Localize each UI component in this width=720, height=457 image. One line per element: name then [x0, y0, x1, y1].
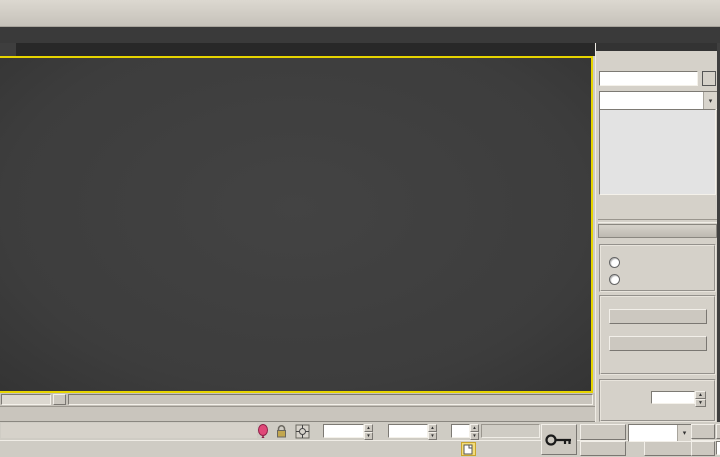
panel-top-strip: [596, 43, 720, 51]
key-filter-curve-icon[interactable]: [628, 441, 642, 456]
ribbon-panel-row: [0, 43, 595, 56]
z-spinner[interactable]: ▲▼: [470, 424, 479, 438]
auto-key-button[interactable]: [580, 424, 626, 440]
end-point-method-group: [599, 244, 716, 292]
track-bar[interactable]: [0, 407, 595, 422]
x-coordinate-field[interactable]: [323, 424, 364, 438]
pin-height-spinner[interactable]: ▲▼: [695, 391, 706, 404]
object-color-swatch[interactable]: [702, 71, 716, 86]
pin-height-field[interactable]: [651, 391, 695, 404]
pick-base-button[interactable]: [609, 336, 707, 351]
y-spinner[interactable]: ▲▼: [428, 424, 437, 438]
next-frame-playback-button[interactable]: [691, 441, 715, 456]
perspective-viewport[interactable]: [0, 56, 593, 393]
x-spinner[interactable]: ▲▼: [364, 424, 373, 438]
tab-brush-settings[interactable]: [0, 43, 16, 56]
time-tag-icon[interactable]: [461, 442, 476, 456]
next-frame-button[interactable]: [53, 394, 66, 405]
grid-size-display: [481, 424, 540, 438]
free-damper-parameters-group: ▲▼: [599, 379, 716, 422]
set-keys-button[interactable]: [541, 424, 577, 455]
radio-icon[interactable]: [609, 257, 620, 268]
selection-status: [1, 423, 257, 438]
radio-icon[interactable]: [609, 274, 620, 285]
time-slider-row: [0, 393, 595, 407]
selection-lock-icon[interactable]: [275, 424, 288, 439]
time-slider-track[interactable]: [68, 394, 593, 405]
panel-divider: [598, 219, 717, 223]
radio-bound-pivots[interactable]: [609, 274, 714, 285]
key-mode-dropdown[interactable]: ▾: [628, 424, 692, 442]
object-name-field[interactable]: [599, 71, 698, 86]
previous-frame-button[interactable]: [716, 424, 720, 439]
modifier-list-dropdown[interactable]: ▾: [599, 91, 718, 110]
chevron-down-icon[interactable]: ▾: [677, 425, 691, 441]
y-coordinate-field[interactable]: [388, 424, 428, 438]
main-toolbar: [0, 0, 720, 27]
time-slider-value[interactable]: [1, 394, 51, 405]
go-to-start-button[interactable]: [691, 424, 715, 439]
chevron-down-icon[interactable]: ▾: [703, 92, 717, 109]
pick-piston-button[interactable]: [609, 309, 707, 324]
key-icon: [544, 432, 574, 448]
command-panel: ▾: [595, 43, 720, 422]
3ds-max-window: ▾: [0, 0, 720, 457]
scene-3d: [0, 58, 591, 391]
ribbon-tab-bar: [0, 27, 720, 43]
set-key-button[interactable]: [580, 441, 626, 456]
absolute-relative-coords-icon[interactable]: [295, 424, 310, 439]
radio-free-damper[interactable]: [609, 257, 714, 268]
isolate-selection-icon[interactable]: [256, 424, 270, 439]
rollout-damper-parameters[interactable]: [598, 224, 717, 238]
binding-objects-group: [599, 295, 716, 375]
z-coordinate-field[interactable]: [451, 424, 470, 438]
modifier-stack[interactable]: [599, 109, 716, 195]
current-frame-field[interactable]: [716, 441, 720, 455]
